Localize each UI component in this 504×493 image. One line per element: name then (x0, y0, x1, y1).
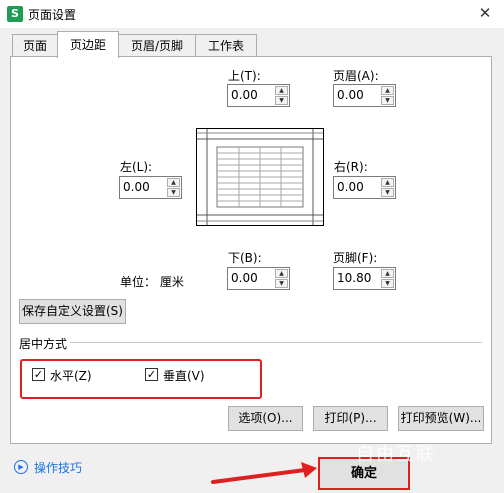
header-margin-value: 0.00 (337, 88, 364, 102)
bottom-margin-value: 0.00 (231, 271, 258, 285)
watermark: 自由互联 (356, 444, 436, 465)
spin-up-icon[interactable]: ▲ (381, 178, 394, 187)
bottom-margin-spinner[interactable]: 0.00 ▲ ▼ (227, 267, 290, 290)
unit-label: 单位： 厘米 (120, 275, 184, 289)
save-custom-settings-button[interactable]: 保存自定义设置(S) (19, 299, 126, 324)
right-margin-value: 0.00 (337, 180, 364, 194)
spin-down-icon[interactable]: ▼ (167, 188, 180, 197)
page-preview-icon (197, 129, 323, 225)
tips-link[interactable]: 操作技巧 (34, 459, 82, 476)
spin-up-icon[interactable]: ▲ (167, 178, 180, 187)
top-margin-label: 上(T): (228, 69, 261, 83)
tab-page[interactable]: 页面 (12, 34, 58, 57)
wps-spreadsheet-icon: S (7, 6, 23, 22)
spin-down-icon[interactable]: ▼ (275, 96, 288, 105)
tab-sheet[interactable]: 工作表 (195, 34, 257, 57)
close-icon[interactable]: ✕ (470, 2, 500, 24)
header-margin-label: 页眉(A): (333, 69, 379, 83)
page-preview (196, 128, 324, 226)
spin-down-icon[interactable]: ▼ (381, 96, 394, 105)
bottom-margin-label: 下(B): (228, 251, 262, 265)
highlight-box (20, 359, 262, 399)
footer-margin-value: 10.80 (337, 271, 372, 285)
group-divider (70, 342, 482, 343)
print-preview-button[interactable]: 打印预览(W)... (398, 406, 484, 431)
center-on-page-title: 居中方式 (19, 337, 68, 351)
play-icon[interactable]: ▶ (14, 460, 28, 474)
spin-down-icon[interactable]: ▼ (381, 279, 394, 288)
spin-up-icon[interactable]: ▲ (275, 86, 288, 95)
left-margin-value: 0.00 (123, 180, 150, 194)
options-button[interactable]: 选项(O)... (228, 406, 303, 431)
right-margin-spinner[interactable]: 0.00 ▲ ▼ (333, 176, 396, 199)
spin-up-icon[interactable]: ▲ (275, 269, 288, 278)
dialog-title: 页面设置 (28, 8, 77, 22)
spin-up-icon[interactable]: ▲ (381, 269, 394, 278)
spin-down-icon[interactable]: ▼ (275, 279, 288, 288)
right-margin-label: 右(R): (334, 160, 368, 174)
left-margin-spinner[interactable]: 0.00 ▲ ▼ (119, 176, 182, 199)
footer-margin-label: 页脚(F): (333, 251, 378, 265)
print-button[interactable]: 打印(P)... (313, 406, 388, 431)
header-margin-spinner[interactable]: 0.00 ▲ ▼ (333, 84, 396, 107)
footer-margin-spinner[interactable]: 10.80 ▲ ▼ (333, 267, 396, 290)
spin-up-icon[interactable]: ▲ (381, 86, 394, 95)
spin-down-icon[interactable]: ▼ (381, 188, 394, 197)
top-margin-spinner[interactable]: 0.00 ▲ ▼ (227, 84, 290, 107)
arrow-annotation-icon (211, 462, 317, 484)
tab-header-footer[interactable]: 页眉/页脚 (118, 34, 196, 57)
left-margin-label: 左(L): (120, 160, 153, 174)
top-margin-value: 0.00 (231, 88, 258, 102)
tab-margins[interactable]: 页边距 (57, 31, 119, 58)
